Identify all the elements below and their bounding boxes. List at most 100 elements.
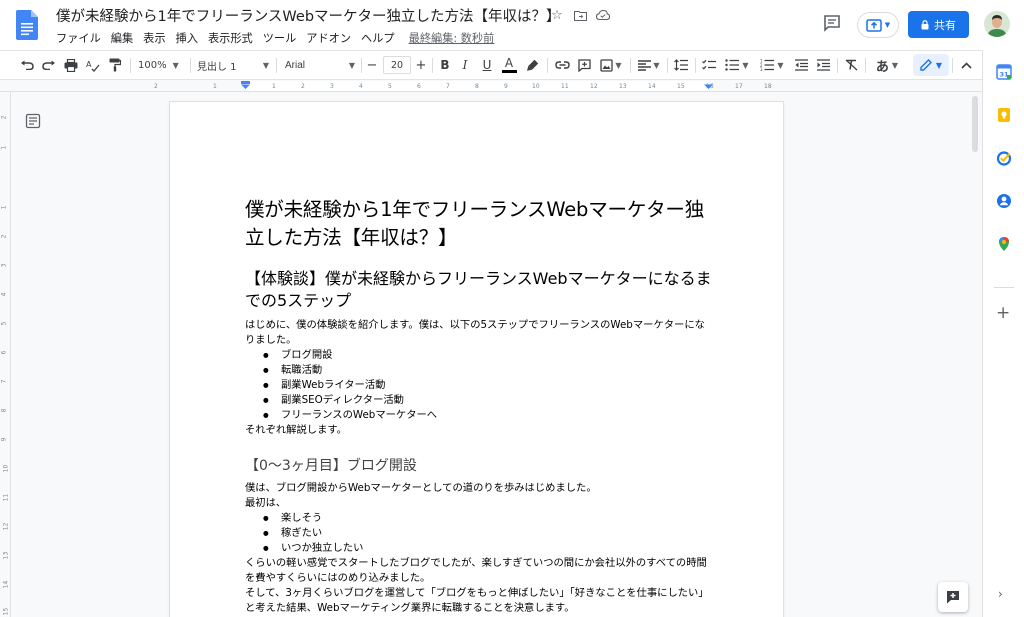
undo-button[interactable] (18, 51, 36, 79)
chevron-down-icon: ▼ (742, 60, 749, 70)
horizontal-ruler[interactable]: 2 1 1 2 3 4 5 6 7 8 9 10 11 12 13 14 15 … (0, 80, 982, 92)
heading-3[interactable]: 【0〜3ヶ月目】ブログ開設 (245, 456, 715, 476)
list-item[interactable]: 副業SEOディレクター活動 (245, 393, 715, 408)
calendar-icon[interactable]: 31 (996, 64, 1012, 80)
decrease-font-size-button[interactable]: − (364, 51, 380, 79)
paragraph[interactable]: 最初は、 (245, 496, 715, 511)
paint-format-button[interactable] (106, 51, 124, 79)
input-tools-button[interactable]: あ ▼ (870, 51, 904, 79)
share-button[interactable]: 共有 (908, 11, 969, 38)
font-select[interactable]: Arial ▼ (285, 51, 355, 79)
clear-formatting-button[interactable] (842, 51, 860, 79)
get-addons-plus-icon[interactable]: + (996, 303, 1010, 323)
paragraph[interactable]: はじめに、僕の体験談を紹介します。僕は、以下の5ステップでフリーランスのWebマ… (245, 318, 715, 348)
italic-button[interactable]: I (457, 51, 473, 79)
menu-tools[interactable]: ツール (263, 30, 297, 46)
bulleted-list-icon (725, 59, 740, 71)
bold-button[interactable]: B (437, 51, 453, 79)
input-mode-value: あ (875, 59, 889, 75)
bulleted-list-button[interactable]: ▼ (722, 51, 752, 79)
underline-button[interactable]: U (479, 51, 495, 79)
underline-icon: U (482, 58, 492, 72)
document-page[interactable]: 僕が未経験から1年でフリーランスWebマーケター独立した方法【年収は？】 【体験… (170, 102, 783, 617)
comment-history-icon[interactable] (822, 13, 842, 33)
keep-icon[interactable] (996, 107, 1012, 123)
docs-logo-icon[interactable] (16, 10, 38, 40)
insert-image-button[interactable]: ▼ (597, 51, 625, 79)
font-size-input[interactable]: 20 (383, 56, 411, 74)
vertical-ruler[interactable]: 2 1 1 2 3 4 5 6 7 8 9 10 11 12 13 14 15 (0, 92, 11, 617)
decrease-indent-button[interactable] (792, 51, 810, 79)
contacts-icon[interactable] (996, 193, 1012, 209)
document-body[interactable]: 僕が未経験から1年でフリーランスWebマーケター独立した方法【年収は？】 【体験… (245, 196, 715, 616)
paragraph[interactable]: 僕は、ブログ開設からWebマーケターとしての道のりを歩みはじめました。 (245, 481, 715, 496)
list-item[interactable]: 転職活動 (245, 363, 715, 378)
vruler-label: 1 (0, 145, 8, 150)
align-button[interactable]: ▼ (635, 51, 663, 79)
editing-mode-button[interactable]: ▼ (913, 54, 949, 76)
left-indent-marker-icon[interactable] (241, 81, 250, 89)
zoom-select[interactable]: 100% ▼ (138, 51, 184, 79)
hide-menus-button[interactable] (957, 51, 975, 79)
text-color-button[interactable]: A (500, 51, 518, 79)
ruler-label: 2 (301, 83, 305, 90)
present-button[interactable]: ▼ (857, 12, 899, 38)
toolbar-divider (276, 58, 277, 73)
paragraph[interactable]: それぞれ解説します。 (245, 423, 715, 438)
vertical-scrollbar[interactable] (970, 92, 980, 617)
redo-button[interactable] (40, 51, 58, 79)
font-value: Arial (285, 59, 306, 71)
present-dropdown-icon: ▼ (884, 21, 891, 29)
last-edit-link[interactable]: 最終編集: 数秒前 (409, 30, 495, 46)
maps-icon[interactable] (996, 236, 1012, 252)
text-color-swatch (501, 70, 517, 73)
heading-2[interactable]: 【体験談】僕が未経験からフリーランスWebマーケターになるまでの5ステップ (245, 268, 715, 312)
menu-insert[interactable]: 挿入 (176, 30, 198, 46)
side-panel: 31 + › (982, 50, 1024, 617)
checklist-icon (702, 59, 716, 70)
toolbar-divider (432, 58, 433, 73)
menu-addons[interactable]: アドオン (306, 30, 351, 46)
paragraph-style-select[interactable]: 見出し 1 ▼ (197, 51, 269, 79)
insert-comment-button[interactable] (575, 51, 593, 79)
list-item[interactable]: いつか独立したい (245, 541, 715, 556)
star-icon[interactable]: ☆ (550, 8, 564, 23)
cloud-saved-icon[interactable] (596, 8, 610, 22)
increase-font-size-button[interactable]: + (413, 51, 429, 79)
list-item[interactable]: 楽しそう (245, 511, 715, 526)
checklist-button[interactable] (700, 51, 718, 79)
increase-indent-button[interactable] (814, 51, 832, 79)
document-outline-icon[interactable] (25, 113, 41, 129)
insert-link-button[interactable] (553, 51, 571, 79)
scrollbar-thumb[interactable] (972, 96, 978, 152)
image-icon (600, 58, 614, 72)
menu-view[interactable]: 表示 (143, 30, 165, 46)
highlight-button[interactable] (525, 51, 541, 79)
avatar[interactable] (984, 11, 1010, 37)
print-button[interactable] (62, 51, 80, 79)
heading-1[interactable]: 僕が未経験から1年でフリーランスWebマーケター独立した方法【年収は？】 (245, 196, 715, 252)
vruler-label: 11 (2, 493, 10, 502)
list-item[interactable]: 副業Webライター活動 (245, 378, 715, 393)
spellcheck-button[interactable]: A (84, 51, 102, 79)
ruler-label: 10 (532, 83, 540, 90)
list-item[interactable]: ブログ開設 (245, 348, 715, 363)
list-item[interactable]: フリーランスのWebマーケターへ (245, 408, 715, 423)
chevron-right-icon[interactable]: › (998, 587, 1003, 601)
toolbar-divider (695, 58, 696, 73)
menu-format[interactable]: 表示形式 (208, 30, 253, 46)
move-folder-icon[interactable] (573, 8, 587, 22)
list-item[interactable]: 稼ぎたい (245, 526, 715, 541)
menu-help[interactable]: ヘルプ (361, 30, 395, 46)
paragraph[interactable]: くらいの軽い感覚でスタートしたブログでしたが、楽しすぎていつの間にか会社以外のす… (245, 556, 715, 586)
explore-button[interactable] (938, 582, 968, 612)
line-spacing-button[interactable] (672, 51, 690, 79)
paragraph[interactable]: そして、3ヶ月くらいブログを運営して「ブログをもっと伸ばしたい」「好きなことを仕… (245, 586, 715, 616)
menu-edit[interactable]: 編集 (111, 30, 133, 46)
right-indent-marker-icon[interactable] (704, 81, 713, 89)
numbered-list-button[interactable]: 123 ▼ (757, 51, 787, 79)
menu-file[interactable]: ファイル (56, 30, 101, 46)
tasks-icon[interactable] (996, 150, 1012, 166)
document-title[interactable]: 僕が未経験から1年でフリーランスWebマーケター独立した方法【年収は？】 (56, 5, 561, 26)
menu-bar: ファイル 編集 表示 挿入 表示形式 ツール アドオン ヘルプ 最終編集: 数秒… (56, 30, 504, 46)
